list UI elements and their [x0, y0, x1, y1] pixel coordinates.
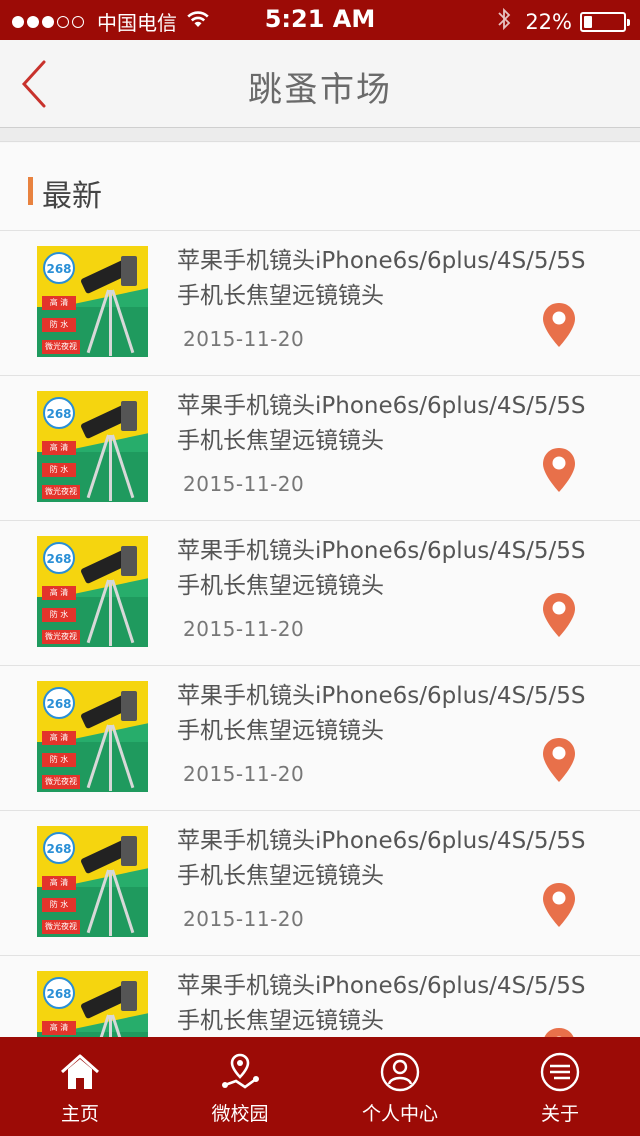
list-item[interactable]: 268 高 清 防 水 微光夜视 苹果手机镜头iPhone6s/6plus/4S…: [0, 521, 640, 666]
thumbnail-tag: 防 水: [42, 608, 76, 622]
tab-home-label: 主页: [60, 1103, 99, 1125]
thumbnail-tag: 微光夜视: [42, 920, 80, 934]
section-header: 最新: [0, 143, 640, 231]
thumbnail-tag: 高 清: [42, 876, 76, 890]
thumbnail-tag: 防 水: [42, 318, 76, 332]
thumbnail-tag: 微光夜视: [42, 630, 80, 644]
list-item[interactable]: 268 高 清 防 水 微光夜视 苹果手机镜头iPhone6s/6plus/4S…: [0, 956, 640, 1037]
section-title: 最新: [42, 179, 102, 214]
thumbnail-tag: 微光夜视: [42, 340, 80, 354]
tab-profile[interactable]: 个人中心: [320, 1037, 480, 1136]
item-date: 2015-11-20: [183, 762, 305, 786]
list-item[interactable]: 268 高 清 防 水 微光夜视 苹果手机镜头iPhone6s/6plus/4S…: [0, 231, 640, 376]
tab-home[interactable]: 主页: [0, 1037, 160, 1136]
tab-about[interactable]: 关于: [480, 1037, 640, 1136]
thumbnail-price-badge: 268: [43, 832, 75, 864]
navigation-bar: 跳蚤市场: [0, 40, 640, 128]
tab-campus-label: 微校园: [211, 1103, 269, 1125]
thumbnail-price-badge: 268: [43, 687, 75, 719]
status-bar: 中国电信 5:21 AM 22%: [0, 0, 640, 40]
campus-map-icon: [222, 1053, 259, 1089]
status-right: 22%: [497, 7, 630, 36]
thumbnail-tag: 微光夜视: [42, 775, 80, 789]
location-pin-icon[interactable]: [541, 736, 577, 784]
product-thumbnail: 268 高 清 防 水 微光夜视: [37, 971, 148, 1037]
product-thumbnail: 268 高 清 防 水 微光夜视: [37, 391, 148, 502]
battery-icon: [580, 11, 630, 32]
tab-campus[interactable]: 微校园: [160, 1037, 320, 1136]
thumbnail-tag: 高 清: [42, 586, 76, 600]
header-divider: [0, 128, 640, 142]
battery-level-fill: [584, 15, 592, 28]
location-pin-icon[interactable]: [541, 1026, 577, 1037]
location-pin-icon[interactable]: [541, 446, 577, 494]
product-thumbnail: 268 高 清 防 水 微光夜视: [37, 536, 148, 647]
thumbnail-tag: 高 清: [42, 731, 76, 745]
thumbnail-price-badge: 268: [43, 542, 75, 574]
page-title: 跳蚤市场: [248, 70, 392, 110]
thumbnail-tag: 高 清: [42, 441, 76, 455]
item-date: 2015-11-20: [183, 907, 305, 931]
about-icon: [540, 1052, 580, 1092]
product-thumbnail: 268 高 清 防 水 微光夜视: [37, 246, 148, 357]
list-item[interactable]: 268 高 清 防 水 微光夜视 苹果手机镜头iPhone6s/6plus/4S…: [0, 811, 640, 956]
thumbnail-price-badge: 268: [43, 397, 75, 429]
tab-bar: 主页 微校园 个人中心 关于: [0, 1037, 640, 1136]
thumbnail-tag: 微光夜视: [42, 485, 80, 499]
user-icon: [380, 1052, 420, 1092]
tab-about-label: 关于: [540, 1103, 579, 1125]
thumbnail-tag: 防 水: [42, 753, 76, 767]
thumbnail-tag: 高 清: [42, 1021, 76, 1035]
list-item[interactable]: 268 高 清 防 水 微光夜视 苹果手机镜头iPhone6s/6plus/4S…: [0, 376, 640, 521]
thumbnail-price-badge: 268: [43, 252, 75, 284]
thumbnail-tag: 防 水: [42, 463, 76, 477]
location-pin-icon[interactable]: [541, 301, 577, 349]
location-pin-icon[interactable]: [541, 881, 577, 929]
product-thumbnail: 268 高 清 防 水 微光夜视: [37, 826, 148, 937]
thumbnail-price-badge: 268: [43, 977, 75, 1009]
item-date: 2015-11-20: [183, 472, 305, 496]
location-pin-icon[interactable]: [541, 591, 577, 639]
bluetooth-icon: [497, 7, 511, 36]
product-thumbnail: 268 高 清 防 水 微光夜视: [37, 681, 148, 792]
list-item[interactable]: 268 高 清 防 水 微光夜视 苹果手机镜头iPhone6s/6plus/4S…: [0, 666, 640, 811]
section-accent-bar: [28, 177, 33, 205]
thumbnail-tag: 防 水: [42, 898, 76, 912]
item-date: 2015-11-20: [183, 327, 305, 351]
battery-percent: 22%: [525, 9, 572, 34]
item-date: 2015-11-20: [183, 617, 305, 641]
tab-profile-label: 个人中心: [361, 1103, 438, 1125]
thumbnail-tag: 高 清: [42, 296, 76, 310]
product-list[interactable]: 268 高 清 防 水 微光夜视 苹果手机镜头iPhone6s/6plus/4S…: [0, 231, 640, 1037]
home-icon: [61, 1054, 99, 1089]
